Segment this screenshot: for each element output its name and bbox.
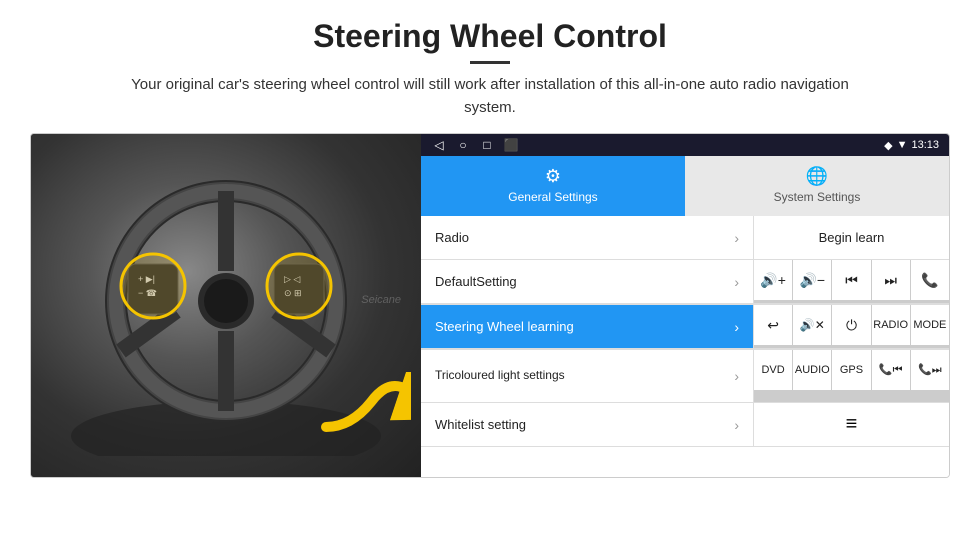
menu-row-tricolour: Tricoloured light settings › DVD AUDIO G… — [421, 350, 949, 403]
title-section: Steering Wheel Control Your original car… — [30, 18, 950, 119]
page-title: Steering Wheel Control — [30, 18, 950, 55]
title-divider — [470, 61, 510, 64]
menu-item-radio[interactable]: Radio › — [421, 216, 754, 259]
car-image-area: + ▶| − ☎ ▷ ◁ ⊙ ⊞ — [31, 134, 421, 477]
chevron-icon-default: › — [734, 274, 739, 290]
status-right: ◆ ▼ 13:13 — [884, 139, 939, 152]
dvd-button[interactable]: DVD — [754, 350, 792, 390]
phone-prev-button[interactable]: 📞⏮ — [872, 350, 910, 390]
audio-button[interactable]: AUDIO — [793, 350, 831, 390]
general-settings-icon: ⚙ — [545, 166, 561, 187]
tab-bar: ⚙ General Settings 🌐 System Settings — [421, 156, 949, 216]
arrow-indicator — [321, 372, 411, 442]
menu-item-default[interactable]: DefaultSetting › — [421, 260, 754, 303]
begin-learn-button[interactable]: Begin learn — [754, 216, 949, 259]
menu-row-whitelist: Whitelist setting › ≡ — [421, 403, 949, 447]
wifi-icon: ▼ — [897, 139, 908, 151]
status-bar: ◁ ○ □ ⬛ ◆ ▼ 13:13 — [421, 134, 949, 156]
radio-button[interactable]: RADIO — [872, 305, 910, 345]
phone-button[interactable]: 📞 — [911, 260, 949, 300]
gps-button[interactable]: GPS — [832, 350, 870, 390]
chevron-icon-radio: › — [734, 230, 739, 246]
tab-general-label: General Settings — [508, 190, 597, 204]
tab-system-settings[interactable]: 🌐 System Settings — [685, 156, 949, 216]
system-settings-icon: 🌐 — [806, 166, 828, 187]
page-wrapper: Steering Wheel Control Your original car… — [0, 0, 980, 488]
subtitle: Your original car's steering wheel contr… — [115, 74, 865, 119]
return-button[interactable]: ↩ — [754, 305, 792, 345]
android-panel: ◁ ○ □ ⬛ ◆ ▼ 13:13 ⚙ General Settings — [421, 134, 949, 477]
menu-item-steering[interactable]: Steering Wheel learning › — [421, 305, 754, 348]
begin-learn-area[interactable]: Begin learn — [754, 216, 949, 259]
menu-row-radio: Radio › Begin learn — [421, 216, 949, 260]
tab-system-label: System Settings — [774, 190, 861, 204]
car-background: + ▶| − ☎ ▷ ◁ ⊙ ⊞ — [31, 134, 421, 477]
content-area: + ▶| − ☎ ▷ ◁ ⊙ ⊞ — [30, 133, 950, 478]
menu-steering-label: Steering Wheel learning — [435, 319, 734, 334]
prev-track-button[interactable]: ⏮ — [832, 260, 870, 300]
menu-list: Radio › Begin learn DefaultSetting › — [421, 216, 949, 477]
menu-item-tricolour[interactable]: Tricoloured light settings › — [421, 350, 754, 402]
list-icon-area: ≡ — [754, 403, 949, 446]
next-track-button[interactable]: ⏭ — [872, 260, 910, 300]
menu-row-default: DefaultSetting › 🔊+ 🔊− ⏮ ⏭ 📞 — [421, 260, 949, 305]
chevron-icon-tricolour: › — [734, 368, 739, 384]
mode-button[interactable]: MODE — [911, 305, 949, 345]
nav-icons: ◁ ○ □ ⬛ — [431, 137, 519, 153]
controls-row-1: 🔊+ 🔊− ⏮ ⏭ 📞 — [754, 260, 949, 303]
menu-item-whitelist[interactable]: Whitelist setting › — [421, 403, 754, 446]
gps-icon: ◆ — [884, 139, 892, 152]
controls-row-3: DVD AUDIO GPS 📞⏮ 📞⏭ — [754, 350, 949, 402]
phone-next-button[interactable]: 📞⏭ — [911, 350, 949, 390]
recent-nav-icon[interactable]: □ — [479, 137, 495, 153]
menu-tricolour-label: Tricoloured light settings — [435, 368, 734, 384]
tab-general-settings[interactable]: ⚙ General Settings — [421, 156, 685, 216]
back-nav-icon[interactable]: ◁ — [431, 137, 447, 153]
power-button[interactable]: ⏻ — [832, 305, 870, 345]
chevron-icon-steering: › — [734, 319, 739, 335]
watermark: Seicane — [361, 294, 401, 306]
vol-down-button[interactable]: 🔊− — [793, 260, 831, 300]
time-display: 13:13 — [911, 139, 939, 151]
menu-row-steering: Steering Wheel learning › ↩ 🔊✕ ⏻ RADIO M… — [421, 305, 949, 350]
home-nav-icon[interactable]: ○ — [455, 137, 471, 153]
controls-row-2: ↩ 🔊✕ ⏻ RADIO MODE — [754, 305, 949, 348]
menu-default-label: DefaultSetting — [435, 274, 734, 289]
vol-up-button[interactable]: 🔊+ — [754, 260, 792, 300]
chevron-icon-whitelist: › — [734, 417, 739, 433]
menu-radio-label: Radio — [435, 230, 734, 245]
menu-nav-icon[interactable]: ⬛ — [503, 137, 519, 153]
list-icon: ≡ — [846, 413, 858, 436]
menu-whitelist-label: Whitelist setting — [435, 417, 734, 432]
mute-button[interactable]: 🔊✕ — [793, 305, 831, 345]
